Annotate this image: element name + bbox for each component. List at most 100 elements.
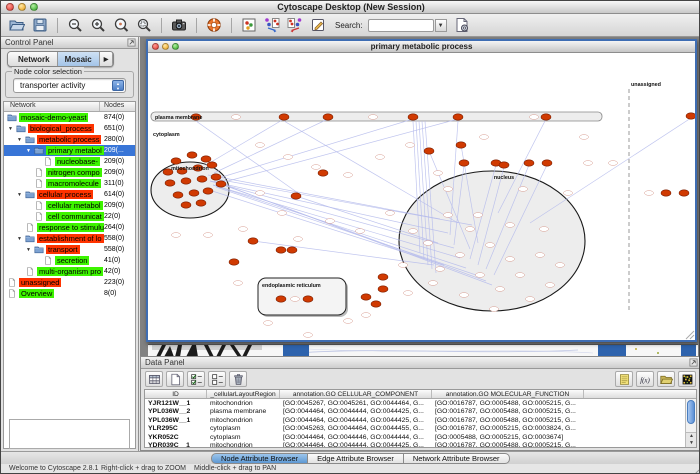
node-color-dropdown[interactable]: transporter activity ▲▼ — [13, 78, 126, 93]
network-node-small[interactable] — [256, 191, 265, 196]
zoom-fit-icon[interactable] — [135, 16, 153, 34]
network-view-titlebar[interactable]: primary metabolic process — [148, 41, 695, 53]
network-node-small[interactable] — [536, 253, 545, 258]
network-node-small[interactable] — [506, 257, 515, 262]
network-edge[interactable] — [530, 118, 691, 223]
network-tree-row[interactable]: nucleobase-209(0) — [4, 156, 135, 167]
network-tree-row[interactable]: ▼cellular process614(0) — [4, 189, 135, 200]
notepad-icon[interactable] — [615, 371, 633, 387]
network-node-small[interactable] — [406, 143, 415, 148]
network-node-small[interactable] — [362, 313, 371, 318]
network-node-small[interactable] — [540, 227, 549, 232]
table-row[interactable]: YPL036W__2plasma membrane[GO:0044464, GO… — [145, 408, 696, 417]
more-tabs-arrow-icon[interactable]: ▶ — [100, 52, 114, 66]
network-tree-row[interactable]: ▼metabolic process280(0) — [4, 134, 135, 145]
network-node[interactable] — [197, 176, 207, 182]
network-node[interactable] — [424, 148, 434, 154]
import-attributes-icon[interactable] — [657, 371, 675, 387]
annotation-icon[interactable] — [309, 16, 327, 34]
network-node-small[interactable] — [399, 263, 408, 268]
network-node[interactable] — [318, 170, 328, 176]
network-node-small[interactable] — [326, 219, 335, 224]
formula-builder-icon[interactable]: f(x) — [636, 371, 654, 387]
network-node[interactable] — [378, 286, 388, 292]
network-node-small[interactable] — [519, 187, 528, 192]
network-node-small[interactable] — [356, 229, 365, 234]
table-row[interactable]: YLR295Ccytoplasm[GO:0045263, GO:0044464,… — [145, 425, 696, 434]
network-node-small[interactable] — [490, 307, 499, 312]
network-node-small[interactable] — [466, 227, 475, 232]
column-header[interactable]: ID — [145, 390, 207, 398]
network-node[interactable] — [279, 114, 289, 120]
network-canvas[interactable]: plasma membranecytoplasmmitochondrionnuc… — [148, 53, 695, 340]
network-node[interactable] — [203, 188, 213, 194]
network-tree-row[interactable]: ▼transport558(0) — [4, 244, 135, 255]
network-node[interactable] — [165, 180, 175, 186]
network-node[interactable] — [201, 156, 211, 162]
network-node-small[interactable] — [530, 115, 539, 120]
network-node[interactable] — [661, 190, 671, 196]
export-image-icon[interactable] — [170, 16, 188, 34]
network-node[interactable] — [287, 247, 297, 253]
expand-arrow-icon[interactable]: ▼ — [26, 148, 34, 154]
table-row[interactable]: YKR052Ccytoplasm[GO:0044464, GO:0044446,… — [145, 433, 696, 442]
zoom-selected-icon[interactable] — [112, 16, 130, 34]
network-node[interactable] — [248, 238, 258, 244]
network-node[interactable] — [211, 174, 221, 180]
network-node-small[interactable] — [444, 213, 453, 218]
network-node-small[interactable] — [424, 241, 433, 246]
expand-arrow-icon[interactable]: ▼ — [17, 236, 25, 242]
expand-arrow-icon[interactable]: ▼ — [17, 137, 25, 143]
network-node[interactable] — [323, 114, 333, 120]
table-row[interactable]: YJR121W__1mitochondrion[GO:0045267, GO:0… — [145, 399, 696, 408]
network-node[interactable] — [542, 160, 552, 166]
network-tree-row[interactable]: ▼establishment of lo558(0) — [4, 233, 135, 244]
network-node-small[interactable] — [344, 319, 353, 324]
unselect-all-attributes-icon[interactable] — [208, 371, 226, 387]
network-tree-row[interactable]: Overview8(0) — [4, 288, 135, 299]
network-node-small[interactable] — [564, 191, 573, 196]
network-node-small[interactable] — [526, 297, 535, 302]
new-attribute-icon[interactable] — [166, 371, 184, 387]
network-node-small[interactable] — [291, 297, 300, 302]
network-node[interactable] — [686, 113, 695, 119]
network-node-small[interactable] — [460, 293, 469, 298]
zoom-in-icon[interactable] — [89, 16, 107, 34]
save-session-icon[interactable] — [31, 16, 49, 34]
tab-network-attribute-browser[interactable]: Network Attribute Browser — [404, 453, 510, 464]
network-node-small[interactable] — [609, 161, 618, 166]
network-tree-row[interactable]: ▼biological_process651(0) — [4, 123, 135, 134]
search-input[interactable] — [368, 19, 434, 32]
network-node[interactable] — [189, 190, 199, 196]
network-node[interactable] — [541, 114, 551, 120]
network-node-small[interactable] — [580, 135, 589, 140]
network-node-small[interactable] — [344, 173, 353, 178]
table-row[interactable]: YDR039C__1mitochondrion[GO:0044464, GO:0… — [145, 442, 696, 449]
tab-edge-attribute-browser[interactable]: Edge Attribute Browser — [308, 453, 404, 464]
network-node-small[interactable] — [386, 211, 395, 216]
attribute-grid-icon[interactable] — [145, 371, 163, 387]
network-node-small[interactable] — [376, 155, 385, 160]
tab-network[interactable]: Network — [8, 52, 58, 66]
network-node-small[interactable] — [645, 191, 654, 196]
network-node[interactable] — [187, 152, 197, 158]
network-node[interactable] — [173, 192, 183, 198]
network-node-small[interactable] — [474, 213, 483, 218]
network-node-small[interactable] — [434, 171, 443, 176]
expand-arrow-icon[interactable]: ▼ — [8, 126, 16, 132]
zoom-out-icon[interactable] — [66, 16, 84, 34]
network-node[interactable] — [459, 160, 469, 166]
network-node[interactable] — [229, 259, 239, 265]
network-node[interactable] — [679, 190, 689, 196]
network-node[interactable] — [216, 181, 226, 187]
network-tree-row[interactable]: cell communicat22(0) — [4, 211, 135, 222]
network-node-small[interactable] — [506, 223, 515, 228]
layout-a-icon[interactable] — [263, 16, 281, 34]
search-options-icon[interactable] — [453, 16, 471, 34]
column-header[interactable]: annotation.GO CELLULAR_COMPONENT — [280, 390, 432, 398]
tab-mosaic[interactable]: Mosaic — [58, 52, 100, 66]
network-tree-row[interactable]: mosaic-demo-yeast874(0) — [4, 112, 135, 123]
table-scrollbar[interactable]: ▲▼ — [685, 399, 696, 447]
network-node-small[interactable] — [369, 115, 378, 120]
column-header[interactable]: annotation.GO MOLECULAR_FUNCTION — [432, 390, 584, 398]
